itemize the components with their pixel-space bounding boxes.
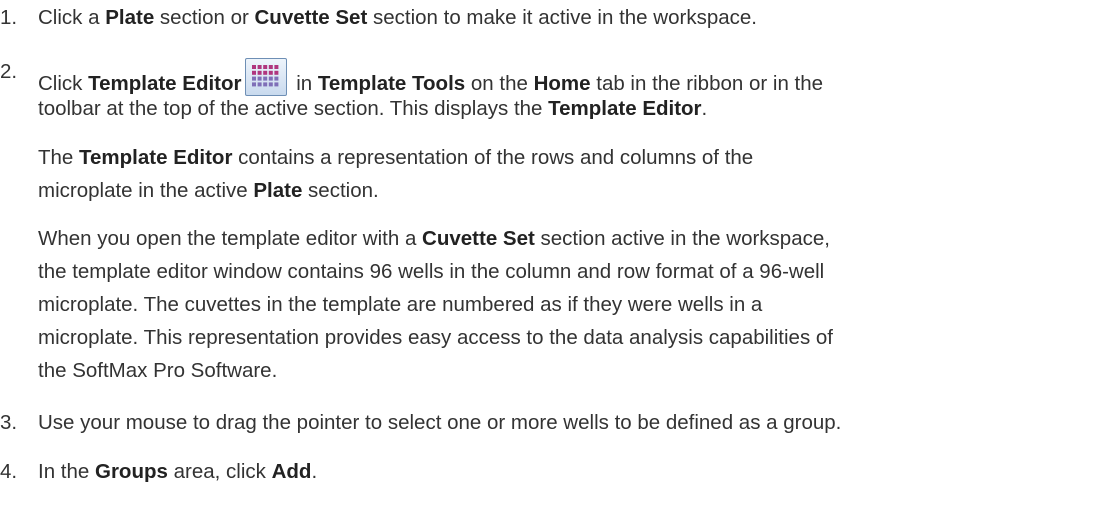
text-run: section to make it active in the workspa… bbox=[367, 6, 757, 29]
text-run: . bbox=[311, 460, 318, 483]
text-run: section active in the workspace, bbox=[534, 227, 830, 250]
text-run: section or bbox=[154, 6, 255, 29]
text-run: microplate. This representation provides… bbox=[38, 326, 833, 349]
emphasis-text: Template Editor bbox=[548, 97, 702, 120]
text-run: on the bbox=[465, 72, 534, 95]
step-text: Use your mouse to drag the pointer to se… bbox=[38, 409, 841, 437]
text-run: section. bbox=[302, 179, 379, 202]
text-run: Click a bbox=[38, 6, 106, 29]
text-run: tab in the ribbon or in the bbox=[590, 72, 824, 95]
paragraph-text: microplate. The cuvettes in the template… bbox=[38, 291, 762, 319]
paragraph-text: microplate in the active Plate section. bbox=[38, 177, 379, 205]
step-number: 4. bbox=[0, 460, 18, 483]
emphasis-text: Template Editor bbox=[79, 146, 233, 169]
step-text: Click Template Editor in Template Tools … bbox=[38, 58, 823, 98]
text-run: When you open the template editor with a bbox=[38, 227, 423, 250]
emphasis-text: Cuvette Set bbox=[254, 6, 368, 29]
emphasis-text: Cuvette Set bbox=[422, 227, 535, 250]
text-run: the SoftMax Pro Software. bbox=[38, 359, 278, 382]
text-run: contains a representation of the rows an… bbox=[232, 146, 754, 169]
text-run: area, click bbox=[167, 460, 272, 483]
template-editor-icon[interactable] bbox=[244, 58, 287, 96]
step-number: 2. bbox=[0, 60, 18, 83]
text-run: The bbox=[38, 146, 80, 169]
text-run: toolbar at the top of the active section… bbox=[38, 97, 549, 120]
text-run: . bbox=[701, 97, 708, 120]
step-text: In the Groups area, click Add. bbox=[38, 458, 317, 486]
text-run: In the bbox=[38, 460, 95, 483]
emphasis-text: Template Tools bbox=[317, 72, 466, 95]
step-number: 1. bbox=[0, 6, 18, 29]
text-run: microplate in the active bbox=[38, 179, 254, 202]
paragraph-text: the template editor window contains 96 w… bbox=[38, 258, 824, 286]
text-run: in bbox=[290, 72, 318, 95]
paragraph-text: microplate. This representation provides… bbox=[38, 324, 833, 352]
paragraph-text: the SoftMax Pro Software. bbox=[38, 357, 277, 385]
paragraph-text: The Template Editor contains a represent… bbox=[38, 144, 753, 172]
step-text: Click a Plate section or Cuvette Set sec… bbox=[38, 4, 757, 32]
emphasis-text: Home bbox=[533, 72, 591, 95]
paragraph-text: When you open the template editor with a… bbox=[38, 225, 830, 253]
document: 1. Click a Plate section or Cuvette Set … bbox=[0, 0, 1104, 512]
emphasis-text: Add bbox=[271, 460, 312, 483]
text-run: microplate. The cuvettes in the template… bbox=[38, 293, 763, 316]
step-text: toolbar at the top of the active section… bbox=[38, 95, 707, 123]
emphasis-text: Plate bbox=[253, 179, 303, 202]
emphasis-text: Plate bbox=[105, 6, 155, 29]
text-run: the template editor window contains 96 w… bbox=[38, 260, 825, 283]
step-number: 3. bbox=[0, 411, 18, 434]
text-run: Use your mouse to drag the pointer to se… bbox=[38, 411, 842, 434]
emphasis-text: Groups bbox=[95, 460, 168, 483]
emphasis-text: Template Editor bbox=[88, 72, 242, 95]
text-run: Click bbox=[38, 72, 89, 95]
